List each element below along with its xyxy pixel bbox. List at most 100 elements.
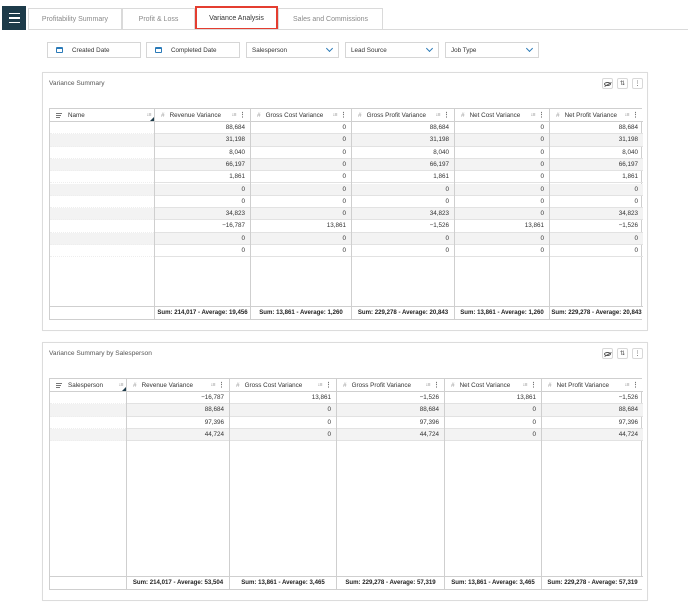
table-cell: 34,823 [155, 208, 250, 221]
more-vertical-icon[interactable]: ⋮ [218, 381, 225, 389]
created-date-filter[interactable]: Created Date [47, 42, 141, 58]
table-cell: 0 [230, 428, 336, 442]
row-name-cell [50, 220, 154, 233]
variance-summary-panel: Variance Summary ⇅ ⋮ Name ↓≡ # Revenue Vari… [42, 72, 648, 331]
column-header[interactable]: # Net Profit Variance ↓≡ ⋮ [550, 109, 643, 122]
table-cell: 0 [550, 183, 643, 196]
column-header[interactable]: Salesperson ↓≡ [50, 379, 126, 392]
tab-sales-commissions[interactable]: Sales and Commissions [278, 8, 383, 30]
row-name-cell [50, 122, 154, 135]
lead-source-select[interactable]: Lead Source [345, 42, 439, 58]
sort-icon[interactable]: ↓≡ [436, 112, 441, 118]
more-vertical-icon[interactable]: ⋮ [632, 111, 639, 119]
eye-slash-icon [604, 81, 611, 86]
filter-label: Job Type [451, 46, 477, 54]
column-header-label: Gross Cost Variance [265, 111, 324, 119]
column-header[interactable]: # Net Cost Variance ↓≡ ⋮ [455, 109, 549, 122]
more-options-button[interactable]: ⋮ [632, 78, 643, 89]
row-name-cell [50, 171, 154, 184]
more-vertical-icon: ⋮ [634, 351, 641, 357]
column-summary: Sum: 229,278 - Average: 20,843 [352, 306, 454, 319]
table-cell: 88,684 [337, 404, 444, 417]
column-header-label: Net Profit Variance [564, 111, 618, 119]
resize-handle-icon[interactable] [122, 387, 126, 391]
table-cell: 13,861 [455, 220, 549, 233]
column-header-label: Revenue Variance [169, 111, 221, 119]
more-vertical-icon[interactable]: ⋮ [340, 111, 347, 119]
sort-button[interactable]: ⇅ [617, 78, 628, 89]
table-cell: 0 [455, 245, 549, 258]
hide-columns-button[interactable] [602, 78, 613, 89]
hide-columns-button[interactable] [602, 348, 613, 359]
table-cell: 0 [155, 245, 250, 258]
more-vertical-icon[interactable]: ⋮ [530, 381, 537, 389]
table-cell: 66,197 [352, 158, 454, 172]
hamburger-icon-line [8, 17, 20, 19]
data-column: # Revenue Variance ↓≡ ⋮ −16,787 88,684 97,396 4… [127, 379, 230, 589]
table-cell: 13,861 [251, 220, 351, 233]
chevron-down-icon [425, 44, 434, 53]
more-vertical-icon: ⋮ [634, 81, 641, 87]
column-header[interactable]: # Revenue Variance ↓≡ ⋮ [155, 109, 250, 122]
column-header[interactable]: # Net Cost Variance ↓≡ ⋮ [445, 379, 541, 392]
sort-icon[interactable]: ↓≡ [625, 382, 630, 388]
sort-icon[interactable]: ↓≡ [211, 382, 216, 388]
column-header[interactable]: # Gross Cost Variance ↓≡ ⋮ [230, 379, 336, 392]
column-header[interactable]: # Gross Cost Variance ↓≡ ⋮ [251, 109, 351, 122]
number-column-icon: # [161, 111, 165, 119]
sort-icon[interactable]: ↓≡ [426, 382, 431, 388]
more-vertical-icon[interactable]: ⋮ [632, 381, 639, 389]
data-column: # Net Cost Variance ↓≡ ⋮ 0 0 0 0 0 0 0 0 13,861 0 0 Sum… [455, 109, 550, 319]
completed-date-filter[interactable]: Completed Date [146, 42, 240, 58]
salesperson-column: Salesperson ↓≡ [50, 379, 127, 589]
more-vertical-icon[interactable]: ⋮ [325, 381, 332, 389]
job-type-select[interactable]: Job Type [445, 42, 539, 58]
table-cell: 0 [251, 245, 351, 258]
panel-title: Variance Summary by Salesperson [49, 350, 152, 357]
table-cell: 0 [550, 232, 643, 245]
sort-icon[interactable]: ↓≡ [232, 112, 237, 118]
more-vertical-icon[interactable]: ⋮ [239, 111, 246, 119]
column-header[interactable]: Name ↓≡ [50, 109, 154, 122]
data-column: # Gross Cost Variance ↓≡ ⋮ 13,861 0 0 0 Sum: 13,… [230, 379, 337, 589]
variance-by-salesperson-panel: Variance Summary by Salesperson ⇅ ⋮ Sale… [42, 342, 648, 601]
sort-icon[interactable]: ↓≡ [531, 112, 536, 118]
table-cell: 0 [155, 183, 250, 196]
table-cell: 1,861 [352, 171, 454, 184]
sort-button[interactable]: ⇅ [617, 348, 628, 359]
column-header-label: Gross Profit Variance [351, 381, 411, 389]
eye-slash-icon [604, 351, 611, 356]
salesperson-select[interactable]: Salesperson [246, 42, 339, 58]
more-vertical-icon[interactable]: ⋮ [443, 111, 450, 119]
table-cell: 0 [251, 134, 351, 147]
resize-handle-icon[interactable] [150, 117, 154, 121]
column-header[interactable]: # Gross Profit Variance ↓≡ ⋮ [337, 379, 444, 392]
table-cell: −1,526 [542, 392, 643, 405]
table-cell: −1,526 [550, 220, 643, 233]
number-column-icon: # [236, 381, 240, 389]
menu-button[interactable] [2, 6, 26, 30]
table-cell: 8,040 [352, 147, 454, 159]
table-cell: 1,861 [550, 171, 643, 184]
tab-label: Profitability Summary [41, 16, 109, 23]
tab-variance-analysis[interactable]: Variance Analysis [195, 6, 278, 30]
more-vertical-icon[interactable]: ⋮ [433, 381, 440, 389]
column-header[interactable]: # Net Profit Variance ↓≡ ⋮ [542, 379, 643, 392]
column-header[interactable]: # Revenue Variance ↓≡ ⋮ [127, 379, 229, 392]
sort-icon[interactable]: ↓≡ [625, 112, 630, 118]
table-cell: 0 [455, 134, 549, 147]
more-vertical-icon[interactable]: ⋮ [538, 111, 545, 119]
more-options-button[interactable]: ⋮ [632, 348, 643, 359]
tab-profit-loss[interactable]: Profit & Loss [122, 8, 195, 30]
tab-profitability-summary[interactable]: Profitability Summary [28, 8, 122, 30]
column-header[interactable]: # Gross Profit Variance ↓≡ ⋮ [352, 109, 454, 122]
sort-icon[interactable]: ↓≡ [523, 382, 528, 388]
row-name-cell [50, 195, 154, 209]
tab-label: Variance Analysis [209, 14, 264, 22]
table-cell: 0 [445, 428, 541, 442]
data-column: # Gross Profit Variance ↓≡ ⋮ 88,684 31,198 8,0… [352, 109, 455, 319]
table-cell: 31,198 [550, 134, 643, 147]
sort-icon[interactable]: ↓≡ [318, 382, 323, 388]
sort-icon[interactable]: ↓≡ [333, 112, 338, 118]
number-column-icon: # [133, 381, 137, 389]
